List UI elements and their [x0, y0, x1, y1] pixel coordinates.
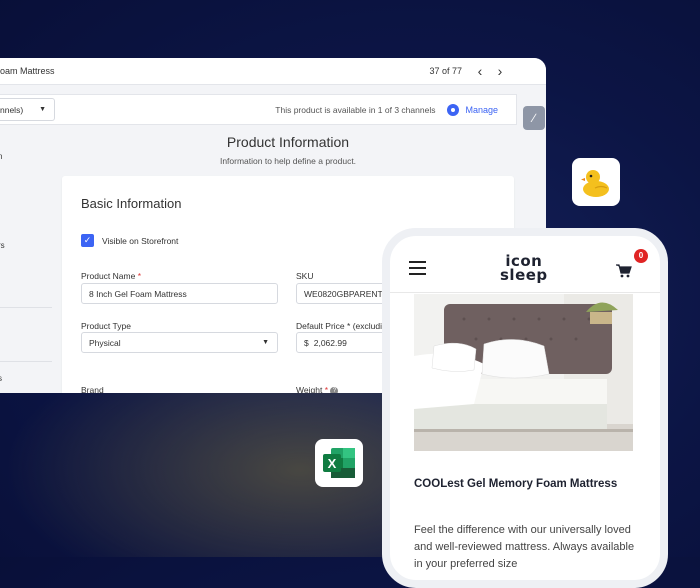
sidebar-item[interactable]: rs	[0, 241, 5, 250]
sidebar-item[interactable]: s	[0, 374, 2, 383]
product-type-value: Physical	[89, 337, 121, 348]
product-name-field[interactable]: 8 Inch Gel Foam Mattress	[81, 283, 278, 304]
store-logo[interactable]: icon sleep	[500, 254, 548, 283]
section-subtitle: Information to help define a product.	[219, 156, 357, 166]
product-name[interactable]: COOLest Gel Memory Foam Mattress	[414, 476, 634, 493]
brand-label: Brand	[81, 385, 104, 393]
menu-icon[interactable]	[409, 261, 426, 279]
cart-count-badge: 0	[634, 249, 648, 263]
excel-icon: X	[315, 439, 363, 487]
sidebar-divider	[0, 307, 52, 308]
manage-label: Manage	[465, 104, 498, 115]
rubber-duck-icon	[581, 170, 609, 197]
card-heading: Basic Information	[81, 196, 182, 211]
product-type-select[interactable]: Physical ▼	[81, 332, 278, 353]
admin-topbar: oam Mattress 37 of 77 ‹ ›	[0, 58, 546, 85]
weight-label: Weight * ?	[296, 385, 339, 393]
section-title: Product Information	[226, 134, 350, 150]
cart-icon[interactable]	[616, 264, 632, 278]
channel-status: This product is available in 1 of 3 chan…	[275, 104, 436, 115]
gear-icon	[447, 103, 460, 116]
help-icon: ?	[330, 386, 339, 393]
default-price-label: Default Price * (excludi	[296, 321, 382, 331]
sidebar-item[interactable]: n	[0, 152, 2, 161]
prev-icon[interactable]: ‹	[470, 63, 490, 79]
chevron-down-icon: ▼	[262, 339, 269, 346]
product-title: oam Mattress	[0, 66, 55, 76]
visible-label: Visible on Storefront	[102, 236, 179, 246]
default-price-value: 2,062.99	[313, 337, 347, 348]
product-type-label: Product Type	[81, 321, 131, 331]
channel-bar: nnels) ▼ This product is available in 1 …	[0, 94, 517, 125]
currency-symbol: $	[304, 337, 309, 348]
chevron-down-icon: ▼	[39, 106, 46, 113]
duck-app-icon	[572, 158, 620, 206]
sku-value: WE0820GBPARENT	[304, 288, 383, 299]
phone-mockup: icon sleep 0 COOLest Gel Memory Foam Mat…	[382, 228, 668, 588]
manage-button[interactable]: Manage	[447, 103, 498, 116]
product-name-value: 8 Inch Gel Foam Mattress	[89, 288, 187, 299]
product-name-label: Product Name *	[81, 271, 142, 281]
sidebar-divider	[0, 361, 52, 362]
sku-label: SKU	[296, 271, 314, 281]
product-description: Feel the difference with our universally…	[414, 524, 635, 570]
channel-select[interactable]: nnels) ▼	[0, 98, 55, 121]
product-image[interactable]	[414, 294, 633, 451]
pagination-count: 37 of 77	[429, 66, 462, 76]
stencil-icon[interactable]: ∕	[523, 106, 545, 130]
store-header: icon sleep 0	[390, 236, 660, 293]
visible-checkbox[interactable]: ✓	[81, 234, 94, 247]
svg-text:X: X	[328, 456, 337, 471]
next-icon[interactable]: ›	[490, 63, 510, 79]
channel-select-value: nnels)	[0, 104, 24, 115]
